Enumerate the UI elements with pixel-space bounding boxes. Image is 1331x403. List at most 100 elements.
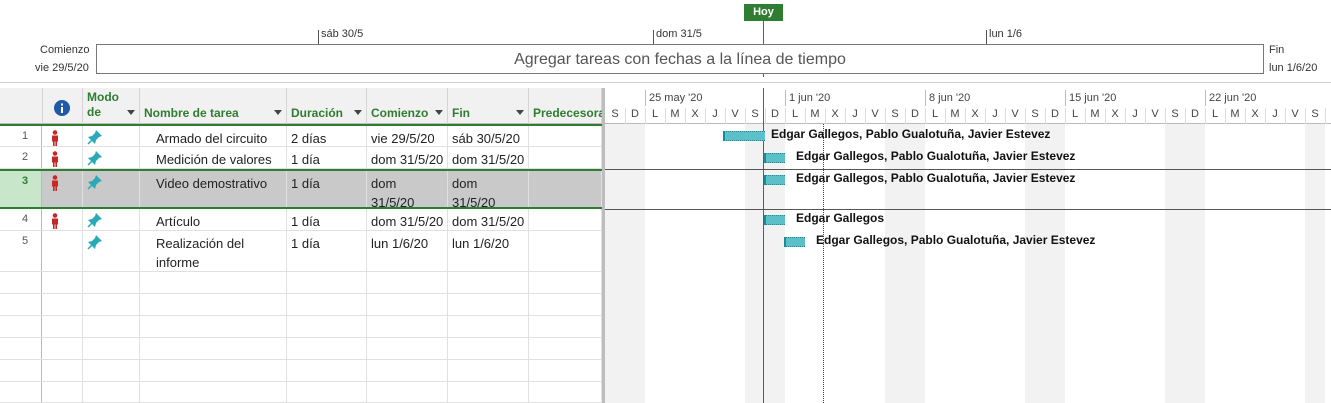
header-indicators[interactable] xyxy=(43,88,83,124)
task-bar[interactable] xyxy=(764,215,785,225)
week-label: 15 jun '20 xyxy=(1069,92,1117,104)
start-cell[interactable]: dom 31/5/20 xyxy=(367,171,448,207)
status-date-line xyxy=(823,124,824,403)
week-label: 25 may '20 xyxy=(649,92,703,104)
table-row[interactable]: 1 Armado del circuito 2 días vie 29/5/20… xyxy=(0,124,602,147)
timeline-bar[interactable]: Agregar tareas con fechas a la línea de … xyxy=(96,44,1264,74)
day-label: D xyxy=(771,108,779,120)
row-number[interactable]: 4 xyxy=(0,209,42,230)
manual-pin-icon xyxy=(87,213,102,228)
task-bar[interactable] xyxy=(764,153,785,163)
mode-cell[interactable] xyxy=(83,209,140,230)
select-all-corner[interactable] xyxy=(0,88,43,124)
manual-pin-icon xyxy=(87,130,102,145)
empty-row[interactable] xyxy=(0,382,602,403)
header-predecessors-label: Predecesora xyxy=(533,106,606,120)
timeline-start-caption: Comienzo xyxy=(40,44,90,56)
start-cell[interactable]: lun 1/6/20 xyxy=(367,231,448,271)
row-number[interactable]: 1 xyxy=(0,126,42,146)
gantt-chart[interactable]: S D L M X J V S D L M X J V S D L M X J V S D L M X J V S D L M X J V S 25 m… xyxy=(605,88,1331,403)
day-label: V xyxy=(1151,108,1159,120)
start-cell[interactable]: vie 29/5/20 xyxy=(367,126,448,146)
predecessors-cell[interactable] xyxy=(529,209,602,230)
day-label: J xyxy=(852,108,858,120)
header-finish-label: Fin xyxy=(452,106,470,120)
start-cell[interactable]: dom 31/5/20 xyxy=(367,147,448,168)
start-cell[interactable]: dom 31/5/20 xyxy=(367,209,448,230)
day-label: V xyxy=(731,108,739,120)
day-label: S xyxy=(611,108,619,120)
resource-label: Edgar Gallegos, Pablo Gualotuña, Javier … xyxy=(796,171,1076,185)
predecessors-cell[interactable] xyxy=(529,126,602,146)
task-bar[interactable] xyxy=(723,131,765,141)
indicator-cell[interactable] xyxy=(43,231,83,271)
header-duration-label: Duración xyxy=(291,106,344,120)
mode-cell[interactable] xyxy=(83,231,140,271)
header-duration[interactable]: Duración xyxy=(287,88,367,124)
indicator-cell[interactable] xyxy=(43,147,83,168)
empty-row[interactable] xyxy=(0,294,602,316)
duration-cell[interactable]: 1 día xyxy=(287,147,367,168)
mode-cell[interactable] xyxy=(83,126,140,146)
header-start-label: Comienzo xyxy=(371,106,429,120)
empty-row[interactable] xyxy=(0,338,602,360)
task-name-cell[interactable]: Video demostrativo xyxy=(140,171,287,207)
duration-cell[interactable]: 1 día xyxy=(287,209,367,230)
day-label: M xyxy=(810,108,820,120)
task-name-cell[interactable]: Medición de valores xyxy=(140,147,287,168)
empty-row[interactable] xyxy=(0,272,602,294)
header-task-name[interactable]: Nombre de tarea xyxy=(140,88,287,124)
table-row-selected[interactable]: 3 Video demostrativo 1 día dom 31/5/20 d… xyxy=(0,169,602,209)
predecessors-cell[interactable] xyxy=(529,147,602,168)
day-label: J xyxy=(712,108,718,120)
row-number[interactable]: 3 xyxy=(0,171,42,207)
task-name-cell[interactable]: Artículo xyxy=(140,209,287,230)
table-row[interactable]: 2 Medición de valores 1 día dom 31/5/20 … xyxy=(0,147,602,169)
row-number[interactable]: 2 xyxy=(0,147,42,168)
weekend-column xyxy=(905,124,925,403)
task-name-cell[interactable]: Armado del circuito xyxy=(140,126,287,146)
day-label: L xyxy=(1071,108,1079,120)
day-label: D xyxy=(631,108,639,120)
table-row[interactable]: 4 Artículo 1 día dom 31/5/20 dom 31/5/20 xyxy=(0,209,602,231)
finish-cell[interactable]: dom 31/5/20 xyxy=(448,171,529,207)
task-name-cell[interactable]: Realización del informe xyxy=(140,231,287,271)
duration-cell[interactable]: 1 día xyxy=(287,231,367,271)
header-predecessors[interactable]: Predecesora xyxy=(529,88,606,124)
manual-pin-icon xyxy=(87,175,102,190)
header-start[interactable]: Comienzo xyxy=(367,88,448,124)
mode-cell[interactable] xyxy=(83,147,140,168)
empty-row[interactable] xyxy=(0,316,602,338)
row-number[interactable]: 5 xyxy=(0,231,42,271)
day-label: D xyxy=(1051,108,1059,120)
header-finish[interactable]: Fin xyxy=(448,88,529,124)
day-label: S xyxy=(751,108,759,120)
task-bar[interactable] xyxy=(784,237,805,247)
finish-cell[interactable]: lun 1/6/20 xyxy=(448,231,529,271)
finish-cell[interactable]: sáb 30/5/20 xyxy=(448,126,529,146)
finish-cell[interactable]: dom 31/5/20 xyxy=(448,209,529,230)
indicator-cell[interactable] xyxy=(43,126,83,146)
indicator-cell[interactable] xyxy=(43,209,83,230)
person-icon xyxy=(52,213,58,229)
duration-cell[interactable]: 1 día xyxy=(287,171,367,207)
header-mode[interactable]: Modo de xyxy=(83,88,140,124)
duration-cell[interactable]: 2 días xyxy=(287,126,367,146)
empty-row[interactable] xyxy=(0,360,602,382)
weekend-column xyxy=(885,124,905,403)
weekend-column xyxy=(1305,124,1325,403)
task-bar[interactable] xyxy=(764,175,785,185)
predecessors-cell[interactable] xyxy=(529,231,602,271)
manual-pin-icon xyxy=(87,151,102,166)
header-task-name-label: Nombre de tarea xyxy=(144,106,239,120)
predecessors-cell[interactable] xyxy=(529,171,602,207)
table-row[interactable]: 5 Realización del informe 1 día lun 1/6/… xyxy=(0,231,602,272)
finish-cell[interactable]: dom 31/5/20 xyxy=(448,147,529,168)
week-divider xyxy=(645,90,646,106)
weekend-column xyxy=(1045,124,1065,403)
indicator-cell[interactable] xyxy=(43,171,83,207)
day-label: M xyxy=(950,108,960,120)
week-divider xyxy=(1065,90,1066,106)
header-mode-label: Modo de xyxy=(87,90,119,119)
mode-cell[interactable] xyxy=(83,171,140,207)
